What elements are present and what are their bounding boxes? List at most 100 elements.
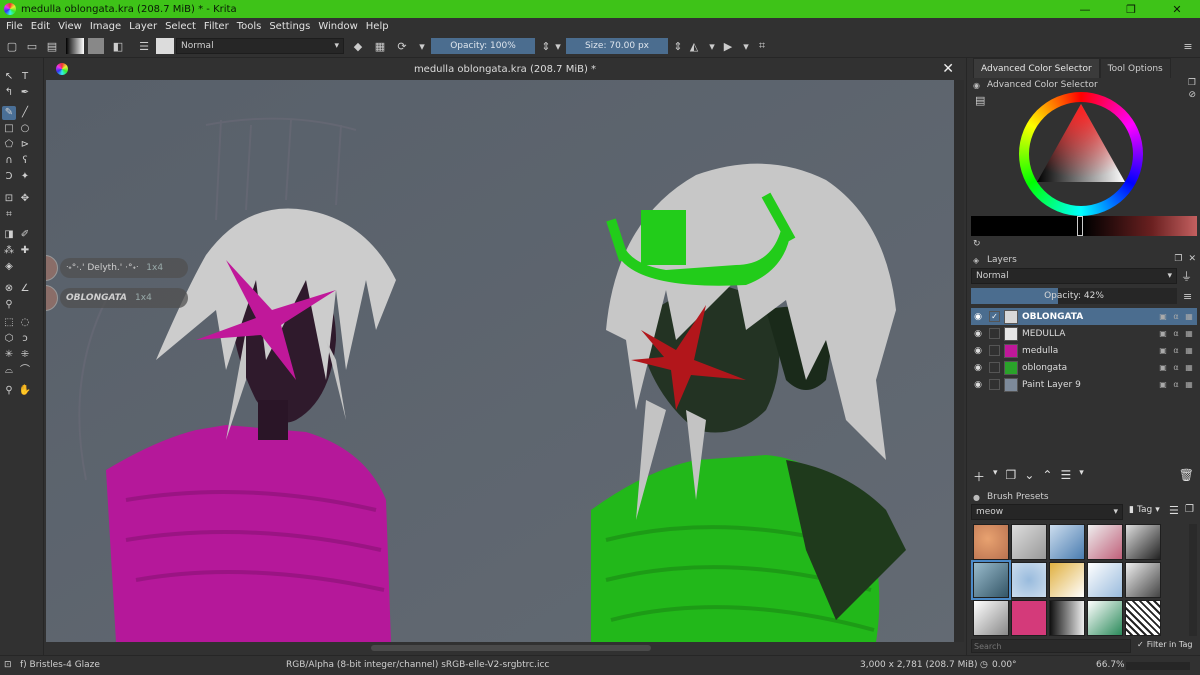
reload-preset-icon[interactable]: ⟳ [394, 38, 410, 54]
smart-patch-tool-icon[interactable]: ✚ [18, 244, 32, 258]
lock-icon[interactable]: ▣ [1158, 312, 1168, 321]
line-tool-icon[interactable]: ╱ [18, 106, 32, 120]
reference-images-tool-icon[interactable]: ⚲ [2, 298, 16, 312]
similar-selection-tool-icon[interactable]: ⁜ [18, 348, 32, 362]
fill-tool-icon[interactable]: ◈ [2, 260, 16, 274]
assistant-tool-icon[interactable]: ⊗ [2, 282, 16, 296]
brush-preset-tile[interactable] [1087, 600, 1123, 636]
mirror-vertical-icon[interactable]: ▶ [720, 38, 736, 54]
wrap-around-icon[interactable]: ⌗ [754, 38, 770, 54]
close-document-icon[interactable]: ✕ [942, 61, 954, 77]
brush-preset-tile[interactable] [1049, 524, 1085, 560]
layer-checkbox[interactable] [989, 379, 1000, 390]
calligraphy-tool-icon[interactable]: ✒ [18, 86, 32, 100]
rectangle-tool-icon[interactable]: □ [2, 122, 16, 136]
vertical-scrollbar[interactable] [954, 80, 964, 642]
fg-bg-color-icon[interactable]: ◧ [110, 38, 126, 54]
ellipse-tool-icon[interactable]: ○ [18, 122, 32, 136]
list-view-icon[interactable]: ☰ [1169, 504, 1179, 517]
zoom-tool-icon[interactable]: ⚲ [2, 384, 16, 398]
move-layer-down-icon[interactable]: ⌄ [1024, 468, 1034, 485]
transform-tool-icon[interactable]: ⊡ [2, 192, 16, 206]
presets-scrollbar[interactable] [1189, 524, 1197, 636]
brush-preview-icon[interactable]: ⊡ [4, 660, 12, 670]
lock-icon[interactable]: ▣ [1158, 346, 1168, 355]
menu-select[interactable]: Select [165, 21, 196, 32]
visibility-eye-icon[interactable]: ◉ [971, 363, 985, 373]
alpha-lock-icon[interactable]: α [1171, 329, 1181, 338]
rotation-label[interactable]: 0.00° [992, 660, 1017, 670]
tab-advanced-color-selector[interactable]: Advanced Color Selector [973, 58, 1100, 78]
tag-menu[interactable]: ▮ Tag ▾ [1129, 505, 1160, 515]
brush-search-input[interactable] [971, 639, 1131, 653]
lock-icon[interactable]: ▣ [1158, 363, 1168, 372]
magnetic-selection-tool-icon[interactable]: ⌒ [18, 364, 32, 378]
float-panel-icon[interactable]: ❐ [1185, 504, 1194, 515]
inherit-alpha-icon[interactable]: ▦ [1184, 380, 1194, 389]
zoom-slider[interactable] [1126, 662, 1190, 670]
rotate-icon[interactable]: ↻ [973, 239, 981, 249]
brush-tag-select[interactable]: meow ▾ [971, 504, 1123, 520]
text-tool-icon[interactable]: T [18, 70, 32, 84]
layer-checkbox[interactable] [989, 328, 1000, 339]
new-document-icon[interactable]: ▢ [4, 38, 20, 54]
polygonal-selection-tool-icon[interactable]: ⬡ [2, 332, 16, 346]
shade-selector[interactable] [971, 216, 1197, 236]
zoom-label[interactable]: 66.7% [1096, 660, 1125, 670]
contiguous-selection-tool-icon[interactable]: ✳ [2, 348, 16, 362]
menu-view[interactable]: View [58, 21, 82, 32]
open-document-icon[interactable]: ▭ [24, 38, 40, 54]
brush-preset-tile[interactable] [1087, 524, 1123, 560]
menu-settings[interactable]: Settings [269, 21, 310, 32]
alpha-lock-icon[interactable]: α [1171, 380, 1181, 389]
layer-row[interactable]: ◉ Paint Layer 9 ▣ α ▦ [971, 376, 1197, 393]
hamburger-menu-icon[interactable]: ≡ [1180, 38, 1196, 54]
layer-row[interactable]: ◉ MEDULLA ▣ α ▦ [971, 325, 1197, 342]
freehand-path-tool-icon[interactable]: ʕ [18, 154, 32, 168]
eraser-icon[interactable]: ◆ [350, 38, 366, 54]
mirror-horizontal-icon[interactable]: ◭ [686, 38, 702, 54]
brush-preset-tile[interactable] [1125, 600, 1161, 636]
chevron-down-icon[interactable]: ▾ [704, 38, 720, 54]
pan-tool-icon[interactable]: ✋ [18, 384, 32, 398]
reset-icon[interactable]: ⊘ [1188, 90, 1196, 100]
inherit-alpha-icon[interactable]: ▦ [1184, 363, 1194, 372]
lock-icon[interactable]: ▣ [1158, 380, 1168, 389]
layer-row[interactable]: ◉ ✓ OBLONGATA ▣ α ▦ [971, 308, 1197, 325]
lock-icon[interactable]: ▣ [1158, 329, 1168, 338]
brush-preset-tile[interactable] [1049, 600, 1085, 636]
layer-options-icon[interactable]: ≡ [1183, 290, 1192, 303]
opacity-slider[interactable]: Opacity: 100% [431, 38, 535, 54]
rotation-icon[interactable]: ◷ [980, 660, 988, 670]
close-window-button[interactable]: ✕ [1154, 0, 1200, 18]
freehand-selection-tool-icon[interactable]: ɔ [18, 332, 32, 346]
gradient-tool-icon[interactable]: ◨ [2, 228, 16, 242]
menu-edit[interactable]: Edit [31, 21, 50, 32]
dynamic-brush-tool-icon[interactable]: Ↄ [2, 170, 16, 184]
drawing-canvas[interactable]: ᐧ˖°‧.' Delyth.' ‧°˖ᐧ 1x4 OBLONGATA 1x4 [46, 80, 964, 642]
brush-preset-tile[interactable] [973, 600, 1009, 636]
horizontal-scrollbar[interactable] [46, 642, 964, 654]
layer-row[interactable]: ◉ medulla ▣ α ▦ [971, 342, 1197, 359]
filter-icon[interactable]: ⏚ [1181, 268, 1192, 284]
chevron-down-icon[interactable]: ▾ [993, 468, 998, 485]
spin-arrows-icon[interactable]: ⇕ [670, 38, 686, 54]
menu-tools[interactable]: Tools [237, 21, 262, 32]
bezier-tool-icon[interactable]: ∩ [2, 154, 16, 168]
brush-chip-delyth[interactable]: ᐧ˖°‧.' Delyth.' ‧°˖ᐧ 1x4 [46, 255, 188, 281]
maximize-button[interactable]: ❐ [1108, 0, 1154, 18]
brush-chip-oblongata[interactable]: OBLONGATA 1x4 [46, 285, 188, 311]
bezier-selection-tool-icon[interactable]: ⌓ [2, 364, 16, 378]
visibility-eye-icon[interactable]: ◉ [971, 312, 985, 322]
layer-blend-mode-select[interactable]: Normal ▾ [971, 268, 1177, 284]
alpha-lock-icon[interactable]: α [1171, 346, 1181, 355]
color-triangle[interactable] [1029, 102, 1133, 206]
move-tool-icon[interactable]: ✥ [18, 192, 32, 206]
minimize-button[interactable]: — [1062, 0, 1108, 18]
alpha-lock-icon[interactable]: α [1171, 312, 1181, 321]
move-layer-up-icon[interactable]: ⌃ [1042, 468, 1052, 485]
freehand-brush-tool-icon[interactable]: ✎ [2, 106, 16, 120]
blend-mode-select[interactable]: Normal ▾ [176, 38, 344, 54]
menu-image[interactable]: Image [90, 21, 121, 32]
brush-preset-tile[interactable] [1011, 524, 1047, 560]
